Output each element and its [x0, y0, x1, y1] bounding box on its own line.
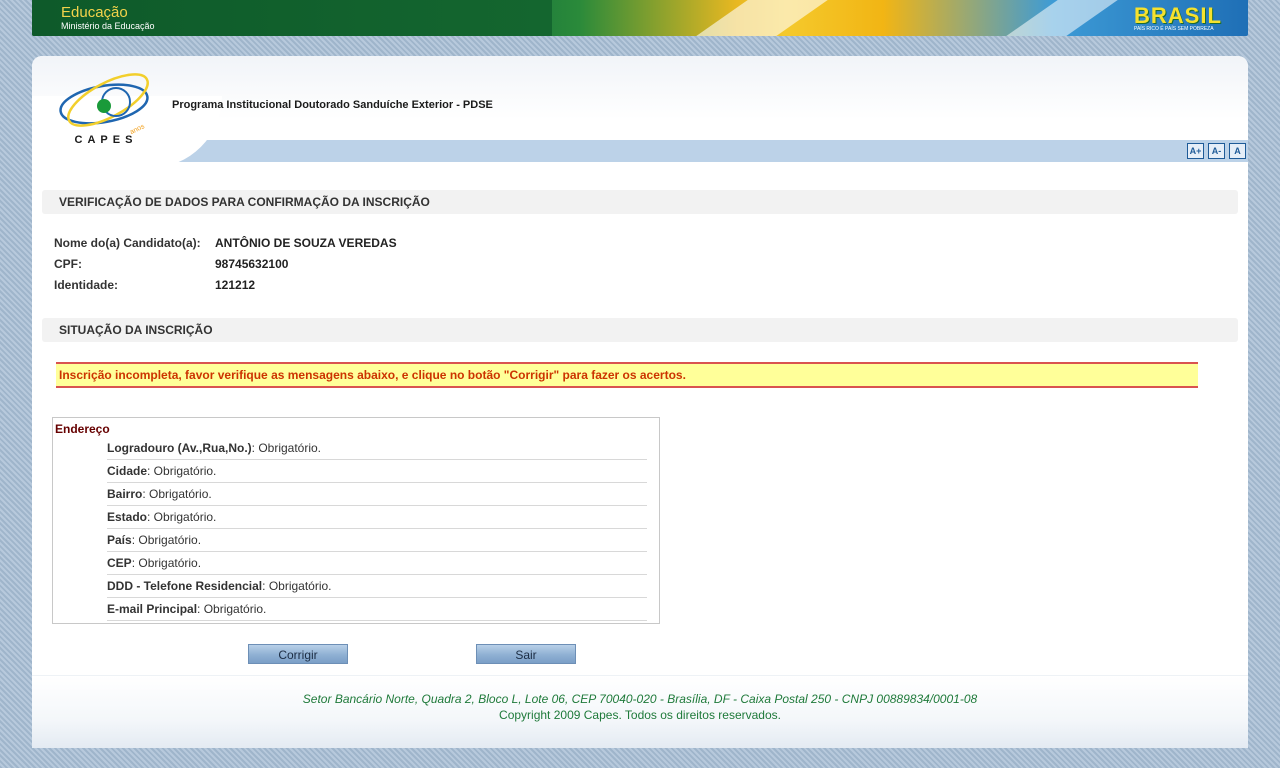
error-message: : Obrigatório.	[131, 533, 202, 547]
list-item: Bairro: Obrigatório.	[107, 483, 647, 506]
capes-logo-text: CAPES	[75, 134, 138, 146]
info-label: CPF:	[54, 257, 82, 271]
verification-section-title: VERIFICAÇÃO DE DADOS PARA CONFIRMAÇÃO DA…	[42, 190, 1238, 214]
sair-button[interactable]: Sair	[476, 644, 576, 664]
identity-value: 121212	[215, 278, 256, 292]
status-section-title: SITUAÇÃO DA INSCRIÇÃO	[42, 318, 1238, 342]
errors-group-title: Endereço	[55, 422, 110, 436]
program-title: Programa Institucional Doutorado Sanduíc…	[172, 99, 493, 111]
error-message: : Obrigatório.	[142, 487, 212, 501]
footer-copyright: Copyright 2009 Capes. Todos os direitos …	[499, 708, 781, 722]
error-field-name: E-mail Principal	[107, 602, 198, 616]
gov-bar-decor-stripe	[1006, 0, 1118, 36]
gov-education-title[interactable]: Educação	[61, 5, 128, 20]
errors-list: Logradouro (Av.,Rua,No.): Obrigatório. C…	[107, 437, 647, 621]
error-field-name: Cidade	[107, 464, 148, 478]
error-message: : Obrigatório.	[147, 510, 217, 524]
error-message: : Obrigatório.	[131, 556, 202, 570]
gov-bar-decor-stripe	[696, 0, 828, 36]
info-label: Identidade:	[54, 278, 119, 292]
error-message: : Obrigatório.	[197, 602, 267, 616]
error-field-name: CEP	[107, 556, 132, 570]
government-top-bar: Educação Ministério da Educação BRASIL P…	[32, 0, 1248, 36]
list-item: CEP: Obrigatório.	[107, 552, 647, 575]
font-size-tools: A+ A- A	[1187, 143, 1246, 159]
font-increase-button[interactable]: A+	[1187, 143, 1204, 159]
error-field-name: País	[107, 533, 132, 547]
brasil-logo[interactable]: BRASIL PAÍS RICO É PAÍS SEM POBREZA	[1134, 5, 1228, 33]
validation-errors-box: Endereço Logradouro (Av.,Rua,No.): Obrig…	[52, 417, 660, 624]
error-field-name: Logradouro (Av.,Rua,No.)	[107, 441, 252, 455]
footer-address: Setor Bancário Norte, Quadra 2, Bloco L,…	[302, 692, 978, 706]
list-item: DDD - Telefone Residencial: Obrigatório.	[107, 575, 647, 598]
list-item: E-mail Principal: Obrigatório.	[107, 598, 647, 621]
error-field-name: DDD - Telefone Residencial	[107, 579, 263, 593]
main-card: CAPES anos Programa Institucional Doutor…	[32, 56, 1248, 748]
header-blue-band	[32, 140, 1248, 162]
error-field-name: Bairro	[107, 487, 143, 501]
page-footer: Setor Bancário Norte, Quadra 2, Bloco L,…	[32, 675, 1248, 748]
page-header: CAPES anos Programa Institucional Doutor…	[32, 56, 1248, 168]
gov-ministry-subtitle: Ministério da Educação	[61, 21, 155, 31]
error-message: : Obrigatório.	[147, 464, 217, 478]
list-item: Cidade: Obrigatório.	[107, 460, 647, 483]
list-item: Estado: Obrigatório.	[107, 506, 647, 529]
error-message: : Obrigatório.	[251, 441, 322, 455]
cpf-value: 98745632100	[215, 257, 289, 271]
capes-logo[interactable]: CAPES anos	[56, 70, 160, 148]
corrigir-button[interactable]: Corrigir	[248, 644, 348, 664]
error-field-name: Estado	[107, 510, 148, 524]
candidate-name-value: ANTÔNIO DE SOUZA VEREDAS	[215, 236, 397, 250]
error-message: : Obrigatório.	[262, 579, 332, 593]
brasil-logo-word: BRASIL	[1134, 3, 1222, 28]
font-decrease-button[interactable]: A-	[1208, 143, 1225, 159]
incomplete-registration-alert: Inscrição incompleta, favor verifique as…	[56, 362, 1198, 388]
list-item: País: Obrigatório.	[107, 529, 647, 552]
font-reset-button[interactable]: A	[1229, 143, 1246, 159]
capes-logo-anos: anos	[129, 123, 146, 136]
info-label: Nome do(a) Candidato(a):	[54, 236, 201, 250]
brasil-logo-tagline: PAÍS RICO É PAÍS SEM POBREZA	[1134, 26, 1214, 32]
list-item: Logradouro (Av.,Rua,No.): Obrigatório.	[107, 437, 647, 460]
